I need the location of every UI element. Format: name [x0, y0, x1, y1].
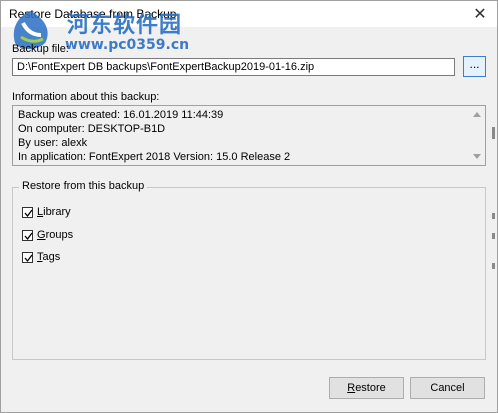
groups-mnemonic: G: [37, 229, 46, 241]
window-title: Restore Database from Backup: [9, 7, 177, 21]
backup-info-box: Backup was created: 16.01.2019 11:44:39 …: [12, 105, 486, 166]
restore-group-title: Restore from this backup: [19, 180, 148, 192]
check-icon: [24, 232, 33, 240]
info-label: Information about this backup:: [12, 91, 160, 103]
scroll-up-icon[interactable]: [473, 112, 481, 117]
info-line-application: In application: FontExpert 2018 Version:…: [18, 151, 291, 163]
restore-dialog: Restore Database from Backup ✕ 河东软件园 www…: [0, 0, 498, 413]
close-button[interactable]: ✕: [463, 1, 497, 27]
check-icon: [24, 209, 33, 217]
browse-button[interactable]: ...: [463, 56, 486, 77]
tags-label-rest: ags: [42, 251, 61, 263]
restore-button[interactable]: Restore: [329, 377, 404, 399]
checkbox-library-label: Library: [37, 206, 71, 218]
groups-label-rest: roups: [45, 229, 74, 241]
checkbox-groups[interactable]: Groups: [22, 229, 73, 241]
library-label-rest: ibrary: [43, 206, 71, 218]
check-icon: [24, 254, 33, 262]
checkbox-tags[interactable]: Tags: [22, 251, 60, 263]
close-icon: ✕: [473, 6, 487, 23]
checkbox-groups-box[interactable]: [22, 229, 33, 241]
right-edge-mark: [492, 127, 495, 139]
checkbox-tags-label: Tags: [37, 251, 60, 263]
restore-label-rest: estore: [355, 382, 386, 394]
restore-mnemonic: R: [347, 382, 356, 394]
backup-file-label: Backup file:: [12, 43, 69, 55]
checkbox-groups-label: Groups: [37, 229, 73, 241]
scroll-down-icon[interactable]: [473, 154, 481, 159]
info-line-created: Backup was created: 16.01.2019 11:44:39: [18, 109, 224, 121]
info-line-computer: On computer: DESKTOP-B1D: [18, 123, 166, 135]
checkbox-tags-box[interactable]: [22, 251, 33, 263]
title-bar: Restore Database from Backup ✕: [1, 1, 497, 27]
checkbox-library-box[interactable]: [22, 206, 33, 218]
restore-group: Restore from this backup Library Groups …: [12, 180, 486, 360]
right-edge-mark: [492, 233, 495, 239]
cancel-button[interactable]: Cancel: [410, 377, 485, 399]
info-scrollbar[interactable]: [470, 106, 485, 165]
checkbox-library[interactable]: Library: [22, 206, 71, 218]
backup-file-input[interactable]: [12, 58, 455, 76]
right-edge-mark: [492, 213, 495, 219]
right-edge-mark: [492, 263, 495, 269]
watermark-url-text: www.pc0359.cn: [65, 37, 190, 53]
info-line-user: By user: alexk: [18, 137, 88, 149]
